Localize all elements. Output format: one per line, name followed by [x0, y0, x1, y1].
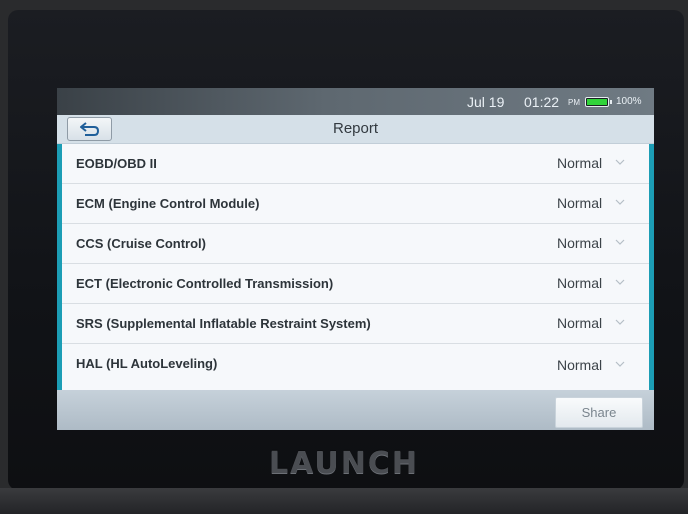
system-label: SRS (Supplemental Inflatable Restraint S…: [76, 316, 371, 331]
report-list-frame: EOBD/OBD II Normal ECM (Engine Control M…: [57, 144, 654, 390]
chevron-down-icon[interactable]: [615, 279, 625, 285]
page-title: Report: [332, 120, 379, 137]
status-ampm: PM: [568, 98, 580, 107]
battery-percent: 100%: [616, 96, 642, 107]
system-status: Normal: [557, 275, 603, 291]
system-label: EOBD/OBD II: [76, 156, 157, 171]
battery-icon: [585, 97, 612, 107]
bottom-toolbar: Share: [57, 390, 654, 430]
status-date: Jul 19: [467, 94, 505, 110]
status-bar: Jul 19 01:22 PM 100%: [57, 88, 654, 115]
system-status: Normal: [557, 235, 603, 251]
chevron-down-icon[interactable]: [615, 319, 625, 325]
system-status: Normal: [557, 195, 603, 211]
report-list: EOBD/OBD II Normal ECM (Engine Control M…: [62, 144, 649, 390]
chevron-down-icon[interactable]: [615, 361, 625, 367]
title-bar: Report: [57, 115, 654, 144]
system-label: ECT (Electronic Controlled Transmission): [76, 276, 334, 291]
status-time: 01:22: [524, 94, 560, 110]
system-label: CCS (Cruise Control): [76, 236, 206, 251]
report-row-hal[interactable]: HAL (HL AutoLeveling) Normal: [62, 344, 649, 384]
report-row-eobd[interactable]: EOBD/OBD II Normal: [62, 144, 649, 184]
report-row-ccs[interactable]: CCS (Cruise Control) Normal: [62, 224, 649, 264]
device-stand: [0, 488, 688, 514]
share-button[interactable]: Share: [555, 397, 643, 428]
system-status: Normal: [557, 357, 603, 373]
chevron-down-icon[interactable]: [615, 199, 625, 205]
system-status: Normal: [557, 315, 603, 331]
report-row-ecm[interactable]: ECM (Engine Control Module) Normal: [62, 184, 649, 224]
battery-level: [587, 99, 607, 105]
device-screen: Jul 19 01:22 PM 100% Report EOBD/OBD II …: [57, 88, 654, 430]
chevron-down-icon[interactable]: [615, 239, 625, 245]
brand-logo: LAUNCH: [268, 446, 419, 481]
system-label: HAL (HL AutoLeveling): [76, 356, 218, 371]
system-status: Normal: [557, 155, 603, 171]
report-row-ect[interactable]: ECT (Electronic Controlled Transmission)…: [62, 264, 649, 304]
chevron-down-icon[interactable]: [615, 159, 625, 165]
report-row-srs[interactable]: SRS (Supplemental Inflatable Restraint S…: [62, 304, 649, 344]
system-label: ECM (Engine Control Module): [76, 196, 260, 211]
